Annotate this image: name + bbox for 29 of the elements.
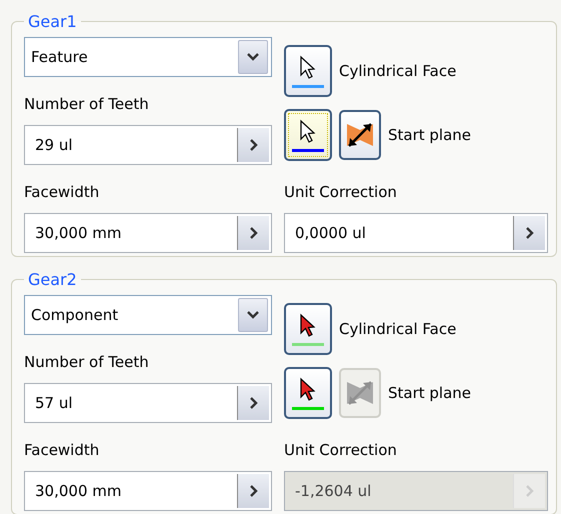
field-label: Facewidth (24, 183, 100, 201)
flip-button[interactable] (339, 110, 381, 160)
type-dropdown[interactable]: Component (24, 295, 272, 335)
field-label: Unit Correction (284, 441, 398, 459)
chevron-right-icon[interactable] (513, 216, 545, 250)
selector-label: Start plane (388, 126, 472, 144)
input-field[interactable]: 30,000 mm (24, 471, 272, 511)
field-label: Number of Teeth (24, 353, 150, 371)
input-field[interactable]: 30,000 mm (24, 213, 272, 253)
field-label: Unit Correction (284, 183, 398, 201)
field-label: Facewidth (24, 441, 100, 459)
field-label: Number of Teeth (24, 95, 150, 113)
chevron-right-icon[interactable] (237, 386, 269, 420)
input-field[interactable]: 29 ul (24, 125, 272, 165)
selector-label: Start plane (388, 384, 472, 402)
input-field[interactable]: 57 ul (24, 383, 272, 423)
selector-label: Cylindrical Face (339, 320, 456, 338)
selector-label: Cylindrical Face (339, 62, 456, 80)
chevron-right-icon[interactable] (237, 474, 269, 508)
select-button[interactable] (284, 303, 332, 355)
group-title: Gear1 (27, 12, 78, 31)
type-dropdown[interactable]: Feature (24, 37, 272, 77)
input-field[interactable]: 0,0000 ul (284, 213, 548, 253)
select-button[interactable] (284, 45, 332, 97)
chevron-right-icon[interactable] (237, 216, 269, 250)
select-button[interactable] (284, 109, 332, 161)
select-button[interactable] (284, 367, 332, 419)
chevron-right-icon[interactable] (237, 128, 269, 162)
group-title: Gear2 (27, 270, 78, 289)
